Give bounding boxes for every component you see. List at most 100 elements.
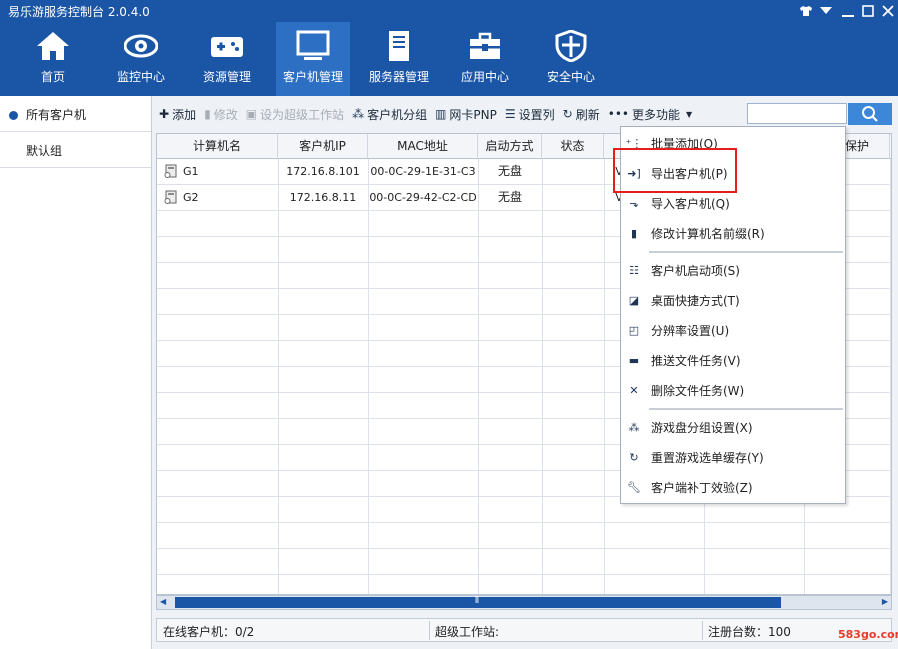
columns-icon: ☰ [504, 107, 516, 121]
skin-icon[interactable] [796, 2, 816, 20]
grid-line [890, 159, 891, 594]
column-header-mac-address[interactable]: MAC地址 [368, 134, 478, 159]
window-title: 易乐游服务控制台 2.0.4.0 [8, 5, 150, 19]
nav-label: 首页 [40, 70, 65, 84]
cell-status [542, 185, 604, 210]
refresh-button[interactable]: ↻ 刷新 [559, 102, 604, 126]
menu-item-label: 游戏盘分组设置(X) [651, 420, 753, 435]
menu-item-desktop-shortcut[interactable]: ◪ 桌面快捷方式(T) [621, 285, 845, 315]
nav-label: 监控中心 [116, 70, 165, 84]
menu-item-label: 桌面快捷方式(T) [651, 293, 740, 308]
menu-item-label: 客户机启动项(S) [651, 263, 740, 278]
menu-item-client-startup-items[interactable]: ☷ 客户机启动项(S) [621, 255, 845, 285]
nav-security-center[interactable]: 安全中心 [534, 22, 608, 96]
online-clients-status: 在线客户机：0/2 [163, 625, 255, 639]
highlight-annotation-box [613, 148, 737, 193]
cell-status [542, 159, 604, 184]
close-icon[interactable] [878, 2, 898, 20]
menu-item-label: 客户端补丁效验(Z) [651, 480, 753, 495]
more-functions-button[interactable]: ••• 更多功能 ▼ [604, 102, 699, 126]
grid-line [157, 548, 891, 549]
gamepad-icon [210, 30, 244, 62]
nic-pnp-label: 网卡PNP [449, 107, 497, 122]
status-bar: 在线客户机：0/2 超级工作站: 注册台数：100 [156, 618, 892, 642]
cell-boot-mode: 无盘 [497, 190, 522, 204]
delete-icon: ✕ [629, 383, 639, 397]
column-header-client-ip[interactable]: 客户机IP [278, 134, 368, 159]
nav-app-center[interactable]: 应用中心 [448, 22, 522, 96]
cell-client-ip: 172.16.8.101 [286, 165, 360, 178]
status-divider [429, 621, 430, 640]
set-super-workstation-button[interactable]: ▣ 设为超级工作站 [242, 102, 348, 126]
refresh-icon: ↻ [562, 107, 573, 121]
refresh-label: 刷新 [575, 107, 600, 122]
cell-computer-name: G2 [183, 191, 199, 204]
nav-label: 应用中心 [460, 70, 509, 84]
client-group-label: 客户机分组 [367, 107, 428, 122]
menu-item-client-patch-verify[interactable]: 🔧︎ 客户端补丁效验(Z) [621, 472, 845, 502]
sidebar-item-default-group[interactable]: 默认组 [0, 134, 151, 168]
menu-item-modify-name-prefix[interactable]: ▮ 修改计算机名前缀(R) [621, 218, 845, 248]
column-header-status[interactable]: 状态 [542, 134, 604, 159]
cell-mac-address: 00-0C-29-42-C2-CD [369, 191, 477, 204]
workstation-icon: ▣ [245, 107, 258, 121]
column-header-boot-mode[interactable]: 启动方式 [478, 134, 542, 159]
nav-server-management[interactable]: 服务器管理 [362, 22, 436, 96]
add-button[interactable]: ✚ 添加 [155, 102, 200, 126]
set-columns-button[interactable]: ☰ 设置列 [501, 102, 559, 126]
nav-home[interactable]: 首页 [16, 22, 90, 96]
column-header-computer-name[interactable]: 计算机名 [157, 134, 278, 159]
home-icon [36, 30, 70, 62]
menu-separator [649, 251, 843, 253]
list-icon: ☷ [629, 263, 639, 277]
import-icon: ⬎ [629, 196, 639, 210]
nav-label: 安全中心 [546, 70, 595, 84]
scroll-right-icon[interactable]: ▶ [882, 597, 888, 606]
status-divider [702, 621, 703, 640]
horizontal-scrollbar[interactable]: ◀ ⦀ ▶ [156, 595, 892, 610]
toolbox-icon [468, 30, 502, 62]
client-group-button[interactable]: ⁂ 客户机分组 [348, 102, 431, 126]
sidebar-item-all-clients[interactable]: 所有客户机 [0, 98, 151, 132]
nav-monitor-center[interactable]: 监控中心 [104, 22, 178, 96]
grid-line [478, 159, 479, 594]
wrench-icon: 🔧︎ [627, 480, 641, 494]
search-input[interactable] [747, 103, 847, 124]
refresh-icon: ↻ [629, 450, 639, 464]
nav-client-management[interactable]: 客户机管理 [276, 22, 350, 96]
grid-line [604, 159, 605, 594]
group-icon: ⁂ [352, 107, 365, 121]
menu-item-reset-game-menu-cache[interactable]: ↻ 重置游戏选单缓存(Y) [621, 442, 845, 472]
nic-pnp-button[interactable]: ▥ 网卡PNP [431, 102, 501, 126]
sidebar: 所有客户机 默认组 [0, 96, 152, 649]
cell-computer-name: G1 [183, 165, 199, 178]
group-icon: ⁂ [628, 420, 640, 434]
edit-button[interactable]: ▮ 修改 [200, 102, 242, 126]
minimize-icon[interactable] [838, 2, 858, 20]
nav-label: 资源管理 [202, 70, 251, 84]
menu-item-label: 重置游戏选单缓存(Y) [651, 450, 764, 465]
grip-icon: ⦀ [475, 596, 479, 606]
maximize-icon[interactable] [858, 2, 878, 20]
cell-mac-address: 00-0C-29-1E-31-C3 [370, 165, 476, 178]
menu-item-resolution-settings[interactable]: ◰ 分辨率设置(U) [621, 315, 845, 345]
eye-icon [123, 30, 159, 62]
server-icon [382, 30, 416, 62]
monitor-icon [296, 30, 330, 62]
grid-line [157, 574, 891, 575]
nav-label: 服务器管理 [368, 70, 429, 84]
menu-item-delete-file-task[interactable]: ✕ 删除文件任务(W) [621, 375, 845, 405]
cell-client-ip: 172.16.8.11 [289, 191, 357, 204]
menu-dropdown-icon[interactable] [816, 2, 836, 20]
menu-item-push-file-task[interactable]: ▬ 推送文件任务(V) [621, 345, 845, 375]
scroll-left-icon[interactable]: ◀ [160, 597, 166, 606]
edit-label: 修改 [213, 107, 238, 122]
menu-item-label: 导入客户机(Q) [651, 196, 730, 211]
search-button[interactable] [848, 103, 892, 125]
scrollbar-thumb[interactable]: ⦀ [175, 596, 781, 608]
nav-resource-management[interactable]: 资源管理 [190, 22, 264, 96]
menu-item-game-disk-group-settings[interactable]: ⁂ 游戏盘分组设置(X) [621, 412, 845, 442]
toolbar: ✚ 添加 ▮ 修改 ▣ 设为超级工作站 ⁂ 客户机分组 ▥ 网卡PNP ☰ 设置列 ↻ 刷新 … [155, 102, 745, 126]
grid-line [368, 159, 369, 594]
grid-line [278, 159, 279, 594]
